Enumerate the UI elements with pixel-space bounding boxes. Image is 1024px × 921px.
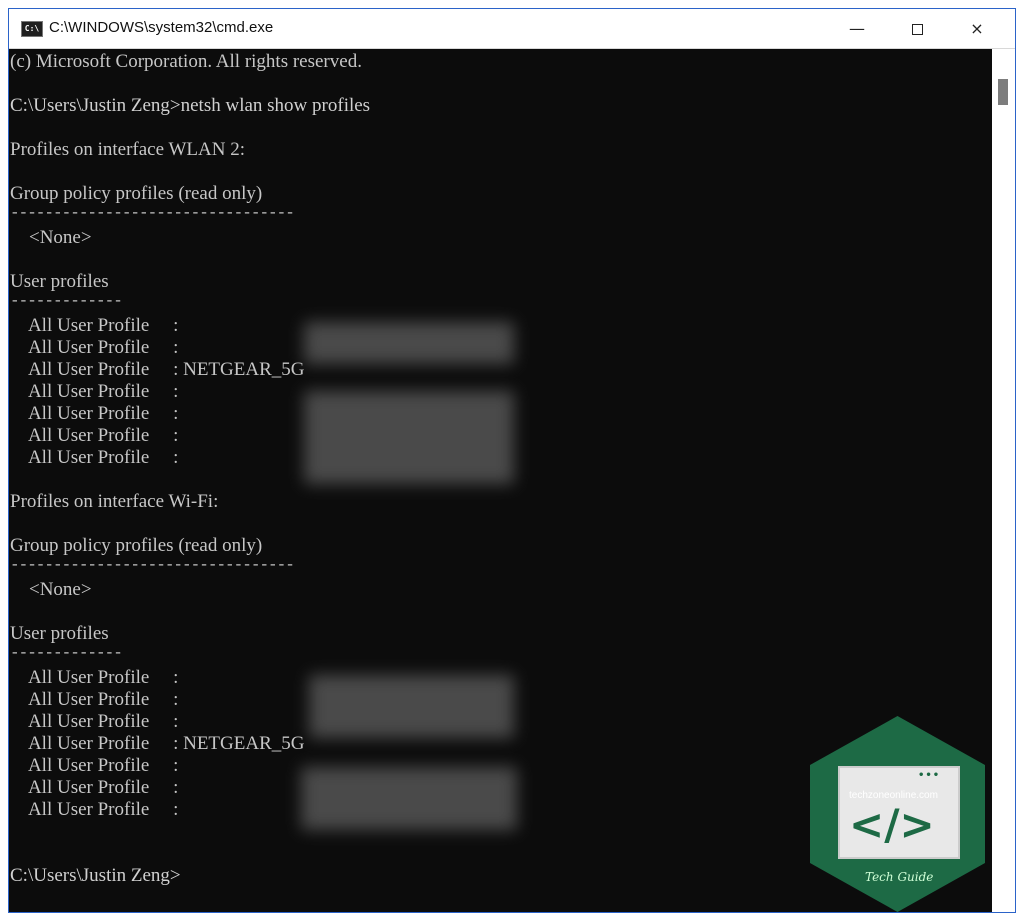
redacted-profile-name xyxy=(309,675,514,738)
profile-row: All User Profile : xyxy=(10,337,179,358)
window-dots-icon: ••• xyxy=(918,770,941,781)
command-prompt: C:\Users\Justin Zeng> xyxy=(10,865,181,886)
profile-row: All User Profile : NETGEAR_5G xyxy=(10,359,305,380)
profile-row: All User Profile : xyxy=(10,711,179,732)
profile-row: All User Profile : xyxy=(10,667,179,688)
profile-row: All User Profile : NETGEAR_5G xyxy=(10,733,305,754)
profile-row: All User Profile : xyxy=(10,777,179,798)
scrollbar-thumb[interactable] xyxy=(998,79,1008,105)
interface-heading: Profiles on interface WLAN 2: xyxy=(10,139,245,160)
profile-row: All User Profile : xyxy=(10,689,179,710)
profile-row: All User Profile : xyxy=(10,403,179,424)
command-line: C:\Users\Justin Zeng>netsh wlan show pro… xyxy=(10,95,371,116)
profile-row: All User Profile : xyxy=(10,799,179,820)
window-title: C:\WINDOWS\system32\cmd.exe xyxy=(49,19,274,36)
title-bar[interactable]: C:\ C:\WINDOWS\system32\cmd.exe — × xyxy=(9,9,1015,49)
profile-row: All User Profile : xyxy=(10,447,179,468)
profile-row: All User Profile : xyxy=(10,315,179,336)
close-icon: × xyxy=(970,19,984,38)
close-button[interactable]: × xyxy=(947,9,1007,49)
cmd-icon: C:\ xyxy=(21,21,43,37)
group-policy-heading: Group policy profiles (read only) xyxy=(10,535,263,556)
vertical-scrollbar[interactable] xyxy=(992,49,1015,912)
code-icon: </> xyxy=(849,800,935,849)
redacted-profile-name xyxy=(304,322,514,364)
group-policy-divider: --------------------------------- xyxy=(10,204,295,222)
group-policy-heading: Group policy profiles (read only) xyxy=(10,183,263,204)
group-policy-divider: --------------------------------- xyxy=(10,556,295,574)
none-value: <None> xyxy=(10,579,92,600)
none-value: <None> xyxy=(10,227,92,248)
user-profiles-divider: ------------- xyxy=(10,292,123,310)
watermark-label: Tech Guide xyxy=(865,870,934,884)
copyright-line: (c) Microsoft Corporation. All rights re… xyxy=(10,51,362,72)
user-profiles-heading: User profiles xyxy=(10,623,109,644)
redacted-profile-name xyxy=(304,391,514,484)
user-profiles-divider: ------------- xyxy=(10,644,123,662)
redacted-profile-name xyxy=(301,767,517,830)
minimize-icon: — xyxy=(849,19,865,38)
interface-heading: Profiles on interface Wi-Fi: xyxy=(10,491,219,512)
maximize-button[interactable] xyxy=(887,9,947,49)
minimize-button[interactable]: — xyxy=(827,9,887,49)
maximize-icon xyxy=(911,24,923,35)
profile-row: All User Profile : xyxy=(10,425,179,446)
profile-row: All User Profile : xyxy=(10,381,179,402)
user-profiles-heading: User profiles xyxy=(10,271,109,292)
profile-row: All User Profile : xyxy=(10,755,179,776)
